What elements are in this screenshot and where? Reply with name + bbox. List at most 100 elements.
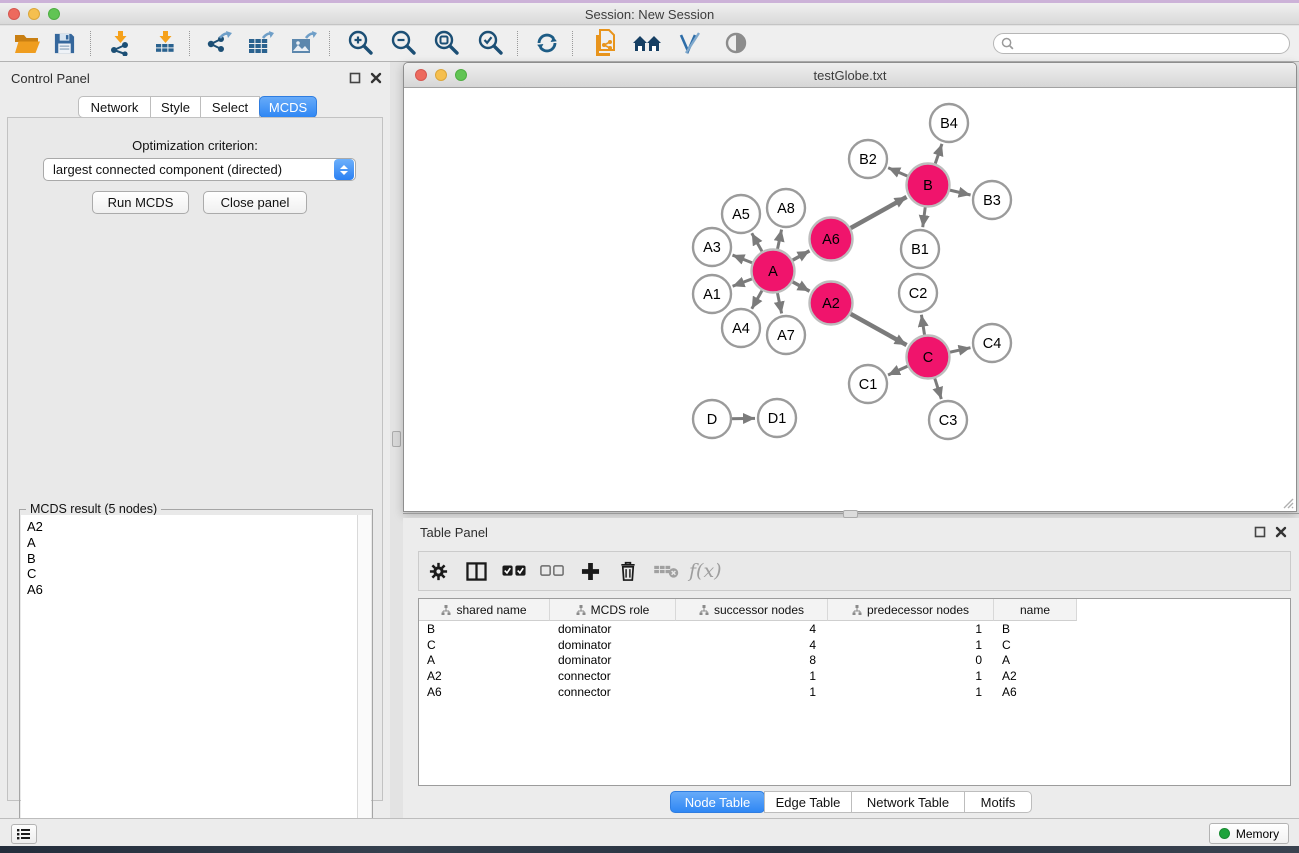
table-cell[interactable]: 4: [676, 621, 828, 637]
node-C4[interactable]: C4: [973, 324, 1011, 362]
node-A6[interactable]: A6: [810, 218, 853, 261]
table-cell[interactable]: dominator: [550, 621, 676, 637]
table-cell[interactable]: A: [994, 653, 1077, 669]
column-header-predecessor-nodes[interactable]: predecessor nodes: [828, 599, 994, 621]
zoom-selected-button[interactable]: [474, 28, 508, 58]
tab-motifs[interactable]: Motifs: [964, 791, 1032, 813]
table-cell[interactable]: A6: [419, 684, 550, 700]
table-cell[interactable]: C: [419, 637, 550, 653]
zoom-in-button[interactable]: [344, 28, 378, 58]
float-panel-icon[interactable]: [349, 72, 361, 84]
open-session-button[interactable]: [10, 28, 44, 58]
node-C1[interactable]: C1: [849, 365, 887, 403]
hide-panel-button[interactable]: [719, 28, 753, 58]
mcds-list-scrollbar[interactable]: [358, 515, 371, 847]
table-cell[interactable]: connector: [550, 684, 676, 700]
column-header-name[interactable]: name: [994, 599, 1077, 621]
show-vizmapper-button[interactable]: [673, 28, 707, 58]
horizontal-splitter-handle[interactable]: [843, 510, 858, 518]
network-window-titlebar[interactable]: testGlobe.txt: [404, 63, 1296, 88]
node-A1[interactable]: A1: [693, 275, 731, 313]
table-cell[interactable]: B: [994, 621, 1077, 637]
node-A7[interactable]: A7: [767, 316, 805, 354]
vertical-splitter-handle[interactable]: [392, 431, 401, 447]
table-cell[interactable]: A2: [994, 668, 1077, 684]
node-B[interactable]: B: [907, 164, 950, 207]
table-cell[interactable]: 1: [828, 668, 994, 684]
unselect-all-columns-button[interactable]: [533, 554, 571, 588]
node-D1[interactable]: D1: [758, 399, 796, 437]
column-header-successor-nodes[interactable]: successor nodes: [676, 599, 828, 621]
destroy-table-button[interactable]: [647, 554, 685, 588]
mcds-result-item[interactable]: B: [27, 551, 357, 567]
table-cell[interactable]: 1: [676, 668, 828, 684]
function-builder-button[interactable]: f(x): [685, 560, 722, 582]
apply-layout-button[interactable]: [530, 28, 564, 58]
create-column-button[interactable]: [571, 554, 609, 588]
table-cell[interactable]: 0: [828, 653, 994, 669]
tab-network[interactable]: Network: [78, 96, 151, 118]
node-A5[interactable]: A5: [722, 195, 760, 233]
tab-select[interactable]: Select: [200, 96, 260, 118]
criterion-select[interactable]: largest connected component (directed): [43, 158, 356, 181]
show-column-button[interactable]: [457, 554, 495, 588]
tab-node-table[interactable]: Node Table: [670, 791, 765, 813]
table-cell[interactable]: B: [419, 621, 550, 637]
node-C2[interactable]: C2: [899, 274, 937, 312]
node-B3[interactable]: B3: [973, 181, 1011, 219]
column-header-mcds-role[interactable]: MCDS role: [550, 599, 676, 621]
float-panel-icon[interactable]: [1254, 526, 1266, 538]
node-A4[interactable]: A4: [722, 309, 760, 347]
delete-columns-button[interactable]: [609, 554, 647, 588]
column-header-shared-name[interactable]: shared name: [419, 599, 550, 621]
export-table-button[interactable]: [243, 28, 277, 58]
tab-network-table[interactable]: Network Table: [851, 791, 965, 813]
zoom-out-button[interactable]: [387, 28, 421, 58]
clone-network-button[interactable]: [588, 28, 622, 58]
save-session-button[interactable]: [47, 28, 81, 58]
export-image-button[interactable]: [286, 28, 320, 58]
table-cell[interactable]: dominator: [550, 653, 676, 669]
tab-edge-table[interactable]: Edge Table: [764, 791, 852, 813]
node-C[interactable]: C: [907, 336, 950, 379]
table-cell[interactable]: dominator: [550, 637, 676, 653]
resize-grip-icon[interactable]: [1280, 495, 1294, 509]
close-panel-icon[interactable]: [370, 72, 382, 84]
show-task-history-button[interactable]: [11, 824, 37, 844]
tab-style[interactable]: Style: [150, 96, 201, 118]
table-cell[interactable]: 1: [828, 637, 994, 653]
import-table-button[interactable]: [148, 28, 182, 58]
table-cell[interactable]: C: [994, 637, 1077, 653]
mcds-result-list[interactable]: A2ABCA6: [21, 515, 358, 847]
node-B2[interactable]: B2: [849, 140, 887, 178]
export-network-button[interactable]: [201, 28, 235, 58]
table-cell[interactable]: 1: [676, 684, 828, 700]
node-A8[interactable]: A8: [767, 189, 805, 227]
table-cell[interactable]: 4: [676, 637, 828, 653]
tab-mcds[interactable]: MCDS: [259, 96, 317, 118]
mcds-result-item[interactable]: A6: [27, 582, 357, 598]
table-cell[interactable]: 1: [828, 621, 994, 637]
node-B4[interactable]: B4: [930, 104, 968, 142]
close-panel-button[interactable]: Close panel: [203, 191, 307, 214]
table-options-button[interactable]: [419, 554, 457, 588]
node-A3[interactable]: A3: [693, 228, 731, 266]
table-cell[interactable]: 1: [828, 684, 994, 700]
import-network-button[interactable]: [103, 28, 137, 58]
network-graph[interactable]: B4B2BB3A5A8A6A3B1AA1C2A2A4A7C4CC1C3DD1: [405, 89, 1295, 511]
node-A2[interactable]: A2: [810, 282, 853, 325]
search-input[interactable]: [1014, 35, 1289, 52]
cybrowser-home-button[interactable]: [630, 28, 664, 58]
mcds-result-item[interactable]: C: [27, 566, 357, 582]
close-panel-icon[interactable]: [1275, 526, 1287, 538]
run-mcds-button[interactable]: Run MCDS: [92, 191, 189, 214]
mcds-result-item[interactable]: A: [27, 535, 357, 551]
memory-button[interactable]: Memory: [1209, 823, 1289, 844]
select-all-columns-button[interactable]: [495, 554, 533, 588]
node-B1[interactable]: B1: [901, 230, 939, 268]
table-cell[interactable]: 8: [676, 653, 828, 669]
table-cell[interactable]: A: [419, 653, 550, 669]
node-C3[interactable]: C3: [929, 401, 967, 439]
table-cell[interactable]: A2: [419, 668, 550, 684]
table-cell[interactable]: connector: [550, 668, 676, 684]
